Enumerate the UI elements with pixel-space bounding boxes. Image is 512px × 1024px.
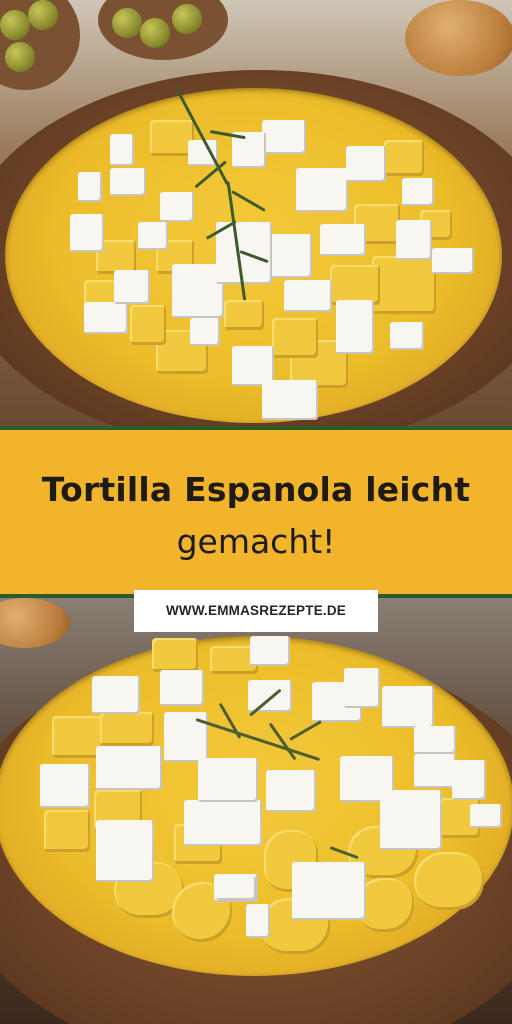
website-url-badge[interactable]: WWW.EMMASREZEPTE.DE <box>134 590 378 632</box>
olive <box>5 42 35 72</box>
potato-cube <box>330 265 380 305</box>
recipe-title-line-2: gemacht! <box>176 522 336 561</box>
feta-piece <box>110 168 146 196</box>
feta-piece <box>470 804 502 828</box>
feta-piece <box>40 764 90 808</box>
feta-piece <box>396 220 432 260</box>
feta-piece <box>268 234 312 278</box>
feta-piece <box>336 300 374 354</box>
potato-cube <box>152 638 198 672</box>
feta-piece <box>432 248 474 274</box>
feta-piece <box>284 280 332 312</box>
feta-piece <box>262 120 306 154</box>
feta-piece <box>402 178 434 206</box>
feta-piece <box>190 318 220 346</box>
potato-cube <box>44 810 90 852</box>
feta-piece <box>346 146 386 182</box>
olive <box>112 8 142 38</box>
olive <box>172 4 202 34</box>
title-banner: Tortilla Espanola leicht gemacht! <box>0 430 512 594</box>
feta-piece <box>184 800 262 846</box>
feta-piece <box>70 214 104 252</box>
feta-piece <box>110 134 134 166</box>
feta-piece <box>216 876 256 900</box>
feta-piece <box>92 676 140 714</box>
bread-roll <box>405 0 512 76</box>
feta-piece <box>160 192 194 222</box>
feta-piece <box>78 172 102 202</box>
top-food-photo <box>0 0 512 428</box>
bottom-food-photo <box>0 598 512 1024</box>
olive <box>0 10 30 40</box>
feta-piece <box>138 222 168 250</box>
potato-cube <box>272 318 318 358</box>
feta-piece <box>380 790 442 850</box>
olive <box>28 0 58 30</box>
feta-piece <box>292 862 366 920</box>
potato-cube <box>224 300 264 330</box>
feta-piece <box>452 760 486 800</box>
olive <box>140 18 170 48</box>
potato-cube <box>372 256 436 314</box>
feta-piece <box>84 302 128 334</box>
potato-cube <box>130 305 166 345</box>
feta-piece <box>414 726 456 754</box>
recipe-pin: Tortilla Espanola leicht gemacht! WWW.EM… <box>0 0 512 1024</box>
feta-piece <box>344 668 380 708</box>
feta-piece <box>160 670 204 706</box>
potato-slice <box>414 852 484 910</box>
feta-piece <box>296 168 348 212</box>
recipe-title-line-1: Tortilla Espanola leicht <box>41 470 471 509</box>
potato-cube <box>384 140 424 176</box>
feta-piece <box>262 380 318 420</box>
feta-piece <box>96 820 154 882</box>
feta-piece <box>266 770 316 812</box>
feta-piece <box>250 636 290 666</box>
potato-cube <box>100 712 154 746</box>
feta-piece <box>390 322 424 350</box>
feta-piece <box>382 686 434 728</box>
feta-piece <box>198 758 258 802</box>
feta-piece <box>96 746 162 790</box>
feta-piece <box>414 754 456 788</box>
potato-cube <box>52 716 102 758</box>
feta-piece <box>246 904 270 938</box>
feta-piece <box>114 270 150 304</box>
bread-slice <box>0 598 70 648</box>
feta-piece <box>320 224 366 256</box>
